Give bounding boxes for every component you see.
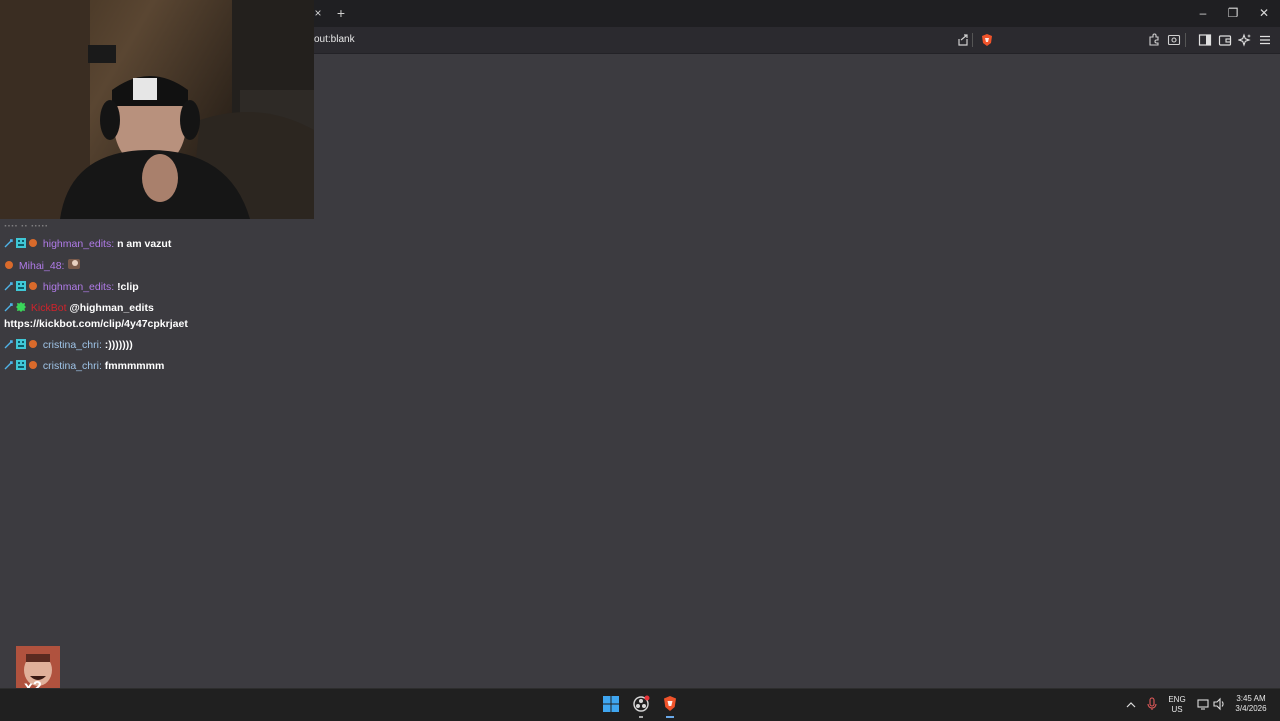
- url-text[interactable]: out:blank: [314, 34, 355, 45]
- toolbar-divider: [972, 33, 973, 47]
- chevron-up-icon[interactable]: [1125, 698, 1137, 710]
- chat-separator: :: [98, 339, 102, 351]
- obs-app-icon[interactable]: [632, 695, 650, 713]
- network-icon[interactable]: [1196, 697, 1210, 711]
- running-indicator: [639, 716, 643, 718]
- wallet-icon[interactable]: [1218, 33, 1232, 47]
- chat-username[interactable]: cristina_chri: [43, 339, 99, 351]
- clock-date: 3/4/2026: [1235, 704, 1267, 713]
- chat-message: highman_edits: n am vazut: [4, 237, 324, 251]
- sword-badge-icon: [4, 339, 14, 349]
- chat-text: !clip: [117, 281, 139, 293]
- clock-time: 3:45 AM: [1236, 694, 1266, 703]
- chat-message: KickBot @highman_edits: [4, 301, 324, 315]
- menu-icon[interactable]: [1258, 33, 1272, 47]
- flame-badge-icon: [4, 260, 14, 270]
- chat-username[interactable]: KickBot: [31, 302, 67, 314]
- subscriber-badge-icon: [16, 238, 26, 248]
- chat-text: :))))))): [104, 339, 133, 351]
- brave-shields-icon[interactable]: [980, 33, 994, 47]
- brave-app-icon[interactable]: [661, 695, 679, 713]
- leo-ai-icon[interactable]: [1238, 33, 1252, 47]
- emote-icon: [67, 258, 81, 270]
- chat-username[interactable]: highman_edits: [43, 238, 111, 250]
- sidebar-icon[interactable]: [1198, 33, 1212, 47]
- chat-text: n am vazut: [117, 238, 172, 250]
- volume-icon[interactable]: [1212, 697, 1226, 711]
- active-indicator: [666, 716, 674, 718]
- address-bar[interactable]: [300, 30, 1000, 50]
- sword-badge-icon: [4, 281, 14, 291]
- minimize-button[interactable]: –: [1191, 4, 1215, 22]
- close-window-button[interactable]: ✕: [1252, 4, 1276, 22]
- subscriber-badge-icon: [16, 360, 26, 370]
- screenshot-icon[interactable]: [1167, 33, 1181, 47]
- sword-badge-icon: [4, 238, 14, 248]
- sword-badge-icon: [4, 302, 14, 312]
- flame-badge-icon: [28, 360, 38, 370]
- chat-message: highman_edits: !clip: [4, 280, 324, 294]
- flame-badge-icon: [28, 281, 38, 291]
- chat-separator: :: [111, 281, 115, 293]
- chat-overlay: ···· ·· ····· highman_edits: n am vazut …: [4, 219, 324, 373]
- share-icon[interactable]: [956, 33, 970, 47]
- clock[interactable]: 3:45 AM 3/4/2026: [1230, 694, 1272, 714]
- chat-message: Mihai_48:: [4, 258, 324, 273]
- sword-badge-icon: [4, 360, 14, 370]
- subscriber-badge-icon: [16, 339, 26, 349]
- chat-separator: :: [111, 238, 115, 250]
- windows-start-icon[interactable]: [602, 695, 620, 713]
- flame-badge-icon: [28, 339, 38, 349]
- chat-separator: :: [61, 260, 65, 272]
- verified-badge-icon: [16, 302, 26, 312]
- chat-username[interactable]: highman_edits: [43, 281, 111, 293]
- flame-badge-icon: [28, 238, 38, 248]
- chat-message-partial: ···· ·· ·····: [4, 220, 49, 232]
- chat-message: cristina_chri: fmmmmmm: [4, 359, 324, 373]
- microphone-icon[interactable]: [1146, 697, 1158, 711]
- webcam-feed: [0, 0, 314, 219]
- chat-link[interactable]: https://kickbot.com/clip/4y47cpkrjaet: [4, 317, 324, 331]
- extensions-icon[interactable]: [1147, 33, 1161, 47]
- restore-button[interactable]: ❐: [1221, 4, 1245, 22]
- language-code: ENG: [1168, 695, 1186, 704]
- language-indicator[interactable]: ENG US: [1166, 695, 1188, 715]
- chat-username[interactable]: cristina_chri: [43, 360, 99, 372]
- subscriber-badge-icon: [16, 281, 26, 291]
- new-tab-button[interactable]: +: [334, 5, 348, 21]
- chat-text: fmmmmmm: [104, 360, 165, 372]
- toolbar-divider: [1185, 33, 1186, 47]
- keyboard-layout: US: [1171, 705, 1183, 714]
- chat-username[interactable]: Mihai_48: [19, 260, 62, 272]
- chat-message: cristina_chri: :))))))): [4, 338, 324, 352]
- chat-separator: :: [98, 360, 102, 372]
- chat-text: @highman_edits: [69, 302, 154, 314]
